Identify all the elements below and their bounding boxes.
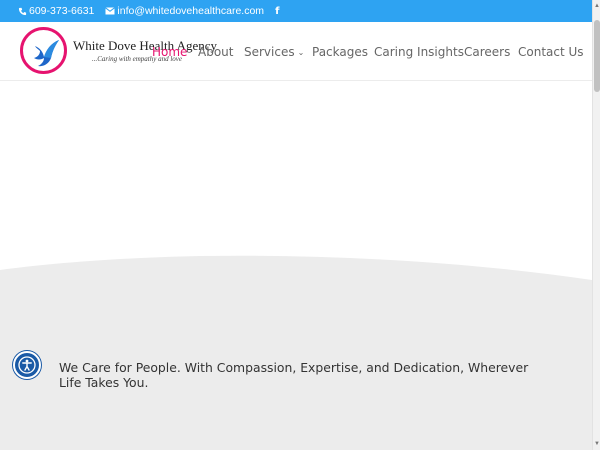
brand-name: White Dove Health Agency bbox=[73, 38, 218, 53]
accessibility-icon bbox=[18, 356, 36, 374]
nav-careers[interactable]: Careers bbox=[464, 45, 510, 59]
dove-icon bbox=[34, 40, 59, 67]
envelope-icon bbox=[105, 7, 116, 15]
email-link[interactable]: info@whitedovehealthcare.com bbox=[105, 5, 264, 17]
site-header: White Dove Health Agency ...Caring with … bbox=[0, 22, 592, 81]
hero-tagline: We Care for People. With Compassion, Exp… bbox=[59, 360, 529, 390]
nav-contact-us[interactable]: Contact Us bbox=[518, 45, 584, 59]
nav-services-label: Services bbox=[244, 45, 295, 59]
chevron-down-icon: ⌄ bbox=[297, 48, 305, 57]
page-scrollbar[interactable]: ▲ ▼ bbox=[592, 0, 600, 450]
nav-packages[interactable]: Packages bbox=[312, 45, 368, 59]
nav-about[interactable]: About bbox=[198, 45, 233, 59]
nav-home[interactable]: Home bbox=[152, 45, 187, 59]
accessibility-button[interactable] bbox=[13, 351, 41, 379]
phone-icon bbox=[18, 7, 27, 16]
phone-number: 609-373-6631 bbox=[29, 5, 95, 17]
hero-wave-divider bbox=[0, 82, 592, 280]
phone-link[interactable]: 609-373-6631 bbox=[18, 5, 94, 17]
scroll-thumb[interactable] bbox=[594, 20, 600, 92]
scroll-up-arrow-icon[interactable]: ▲ bbox=[594, 3, 600, 9]
scroll-down-arrow-icon[interactable]: ▼ bbox=[594, 441, 600, 447]
hero-section: We Care for People. With Compassion, Exp… bbox=[0, 82, 592, 450]
top-bar: 609-373-6631 info@whitedovehealthcare.co… bbox=[0, 0, 600, 22]
nav-services[interactable]: Services ⌄ bbox=[244, 45, 304, 59]
facebook-icon[interactable]: f bbox=[275, 6, 279, 17]
email-address: info@whitedovehealthcare.com bbox=[117, 5, 265, 17]
logo[interactable] bbox=[20, 27, 67, 74]
nav-caring-insights[interactable]: Caring Insights bbox=[374, 45, 464, 59]
